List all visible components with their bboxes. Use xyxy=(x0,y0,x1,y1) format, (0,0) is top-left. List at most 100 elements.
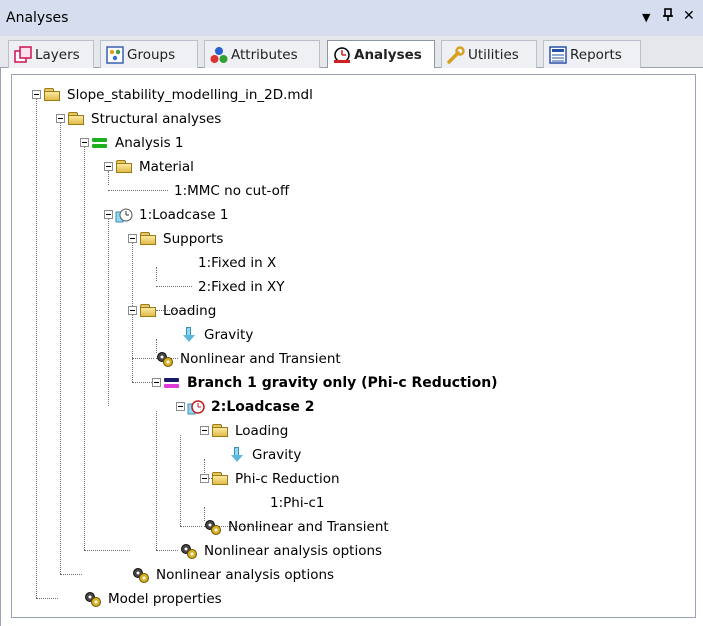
node-label: Branch 1 gravity only (Phi-c Reduction) xyxy=(187,375,498,391)
tab-strip: Layers Groups Attributes Analyses Utilit… xyxy=(0,36,703,69)
collapse-toggle[interactable] xyxy=(80,138,89,147)
branch-analysis-icon xyxy=(163,375,181,391)
tree-node-loading[interactable]: Loading xyxy=(139,300,218,322)
collapse-toggle[interactable] xyxy=(56,114,65,123)
node-label: Gravity xyxy=(204,327,254,343)
utilities-icon xyxy=(447,45,465,64)
tree-node-branch-1[interactable]: Branch 1 gravity only (Phi-c Reduction) xyxy=(163,372,500,394)
tree-line xyxy=(156,286,192,287)
tree-node-phi-c-reduction[interactable]: Phi-c Reduction xyxy=(211,468,342,490)
tree-node-support-fixed-x[interactable]: 1:Fixed in X xyxy=(196,252,278,274)
analysis-tree[interactable]: Slope_stability_modelling_in_2D.mdl Stru… xyxy=(11,74,696,618)
folder-icon xyxy=(67,111,85,127)
collapse-toggle[interactable] xyxy=(200,426,209,435)
collapse-toggle[interactable] xyxy=(32,90,41,99)
node-label: Slope_stability_modelling_in_2D.mdl xyxy=(67,87,313,103)
collapse-toggle[interactable] xyxy=(200,474,209,483)
tab-utilities[interactable]: Utilities xyxy=(441,40,537,68)
node-label: Analysis 1 xyxy=(115,135,184,151)
tree-node-support-fixed-xy[interactable]: 2:Fixed in XY xyxy=(196,276,287,298)
tree-node-material-item[interactable]: 1:MMC no cut-off xyxy=(172,180,291,202)
node-label: Model properties xyxy=(108,591,222,607)
reports-icon xyxy=(549,45,567,64)
tree-node-gravity[interactable]: Gravity xyxy=(228,444,303,466)
node-label: Nonlinear and Transient xyxy=(228,519,389,535)
attributes-icon xyxy=(210,46,228,64)
gears-icon xyxy=(84,591,102,607)
collapse-toggle[interactable] xyxy=(128,306,137,315)
node-label: 2:Loadcase 2 xyxy=(211,399,315,415)
gravity-arrow-icon xyxy=(180,327,198,343)
tree-node-model-properties[interactable]: Model properties xyxy=(84,588,224,610)
node-label: Nonlinear analysis options xyxy=(156,567,335,583)
tree-line xyxy=(36,598,58,599)
tree-line xyxy=(36,99,37,598)
node-label: Nonlinear analysis options xyxy=(204,543,383,559)
tree-node-phi-c-item[interactable]: 1:Phi-c1 xyxy=(268,492,326,514)
node-label: Loading xyxy=(235,423,289,439)
tree-line xyxy=(108,190,168,191)
tree-line xyxy=(204,459,205,473)
folder-icon xyxy=(139,303,157,319)
tree-line xyxy=(132,382,154,383)
tree-node-gravity[interactable]: Gravity xyxy=(180,324,255,346)
tree-node-root[interactable]: Slope_stability_modelling_in_2D.mdl xyxy=(43,84,315,106)
tree-line xyxy=(156,267,157,281)
tree-line xyxy=(156,550,178,551)
panel-title: Analyses xyxy=(6,10,69,26)
pin-icon[interactable] xyxy=(662,8,674,26)
node-label: Nonlinear and Transient xyxy=(180,351,341,367)
collapse-toggle[interactable] xyxy=(152,378,161,387)
tree-node-analysis-1[interactable]: Analysis 1 xyxy=(91,132,186,154)
tree-node-nonlinear-transient[interactable]: Nonlinear and Transient xyxy=(156,348,343,370)
node-label: 1:Phi-c1 xyxy=(270,495,325,511)
collapse-toggle[interactable] xyxy=(128,234,137,243)
collapse-toggle[interactable] xyxy=(176,402,185,411)
tree-line xyxy=(60,574,82,575)
dropdown-icon[interactable]: ▼ xyxy=(642,11,650,24)
tree-line xyxy=(156,411,157,550)
analyses-panel: Slope_stability_modelling_in_2D.mdl Stru… xyxy=(0,68,703,626)
loadcase-icon xyxy=(115,207,133,223)
folder-icon xyxy=(115,159,133,175)
tree-node-loadcase-2[interactable]: 2:Loadcase 2 xyxy=(187,396,317,418)
tab-label: Analyses xyxy=(354,47,422,63)
folder-icon xyxy=(211,471,229,487)
node-label: Supports xyxy=(163,231,224,247)
tree-node-loadcase-1[interactable]: 1:Loadcase 1 xyxy=(115,204,230,226)
tab-attributes[interactable]: Attributes xyxy=(204,40,320,68)
collapse-toggle[interactable] xyxy=(104,162,113,171)
collapse-toggle[interactable] xyxy=(104,210,113,219)
tab-layers[interactable]: Layers xyxy=(8,40,94,68)
close-icon[interactable]: ✕ xyxy=(683,8,695,24)
folder-icon xyxy=(139,231,157,247)
folder-icon xyxy=(211,423,229,439)
tab-groups[interactable]: Groups xyxy=(100,40,198,68)
tree-line xyxy=(108,171,109,185)
node-label: 1:Fixed in X xyxy=(198,255,277,271)
tree-node-supports[interactable]: Supports xyxy=(139,228,225,250)
node-label: 1:Loadcase 1 xyxy=(139,207,229,223)
tree-line xyxy=(180,435,181,526)
tree-line xyxy=(108,219,109,406)
analyses-icon xyxy=(333,46,351,64)
panel-title-bar: Analyses ▼ ✕ xyxy=(0,0,703,36)
tree-node-loading[interactable]: Loading xyxy=(211,420,290,442)
tree-node-nonlinear-transient[interactable]: Nonlinear and Transient xyxy=(204,516,391,538)
tab-analyses[interactable]: Analyses xyxy=(327,40,435,69)
node-label: Structural analyses xyxy=(91,111,222,127)
tree-node-nonlinear-options[interactable]: Nonlinear analysis options xyxy=(180,540,384,562)
gravity-arrow-icon xyxy=(228,447,246,463)
folder-icon xyxy=(43,87,61,103)
node-label: Loading xyxy=(163,303,217,319)
tab-reports[interactable]: Reports xyxy=(543,40,641,68)
tab-label: Utilities xyxy=(468,46,519,63)
tab-label: Layers xyxy=(35,46,80,63)
tree-node-nonlinear-options[interactable]: Nonlinear analysis options xyxy=(132,564,336,586)
tree-line xyxy=(84,550,130,551)
tree-line xyxy=(60,123,61,574)
tree-line xyxy=(84,147,85,550)
node-label: 1:MMC no cut-off xyxy=(174,183,290,199)
tree-node-structural-analyses[interactable]: Structural analyses xyxy=(67,108,223,130)
tree-node-material[interactable]: Material xyxy=(115,156,196,178)
